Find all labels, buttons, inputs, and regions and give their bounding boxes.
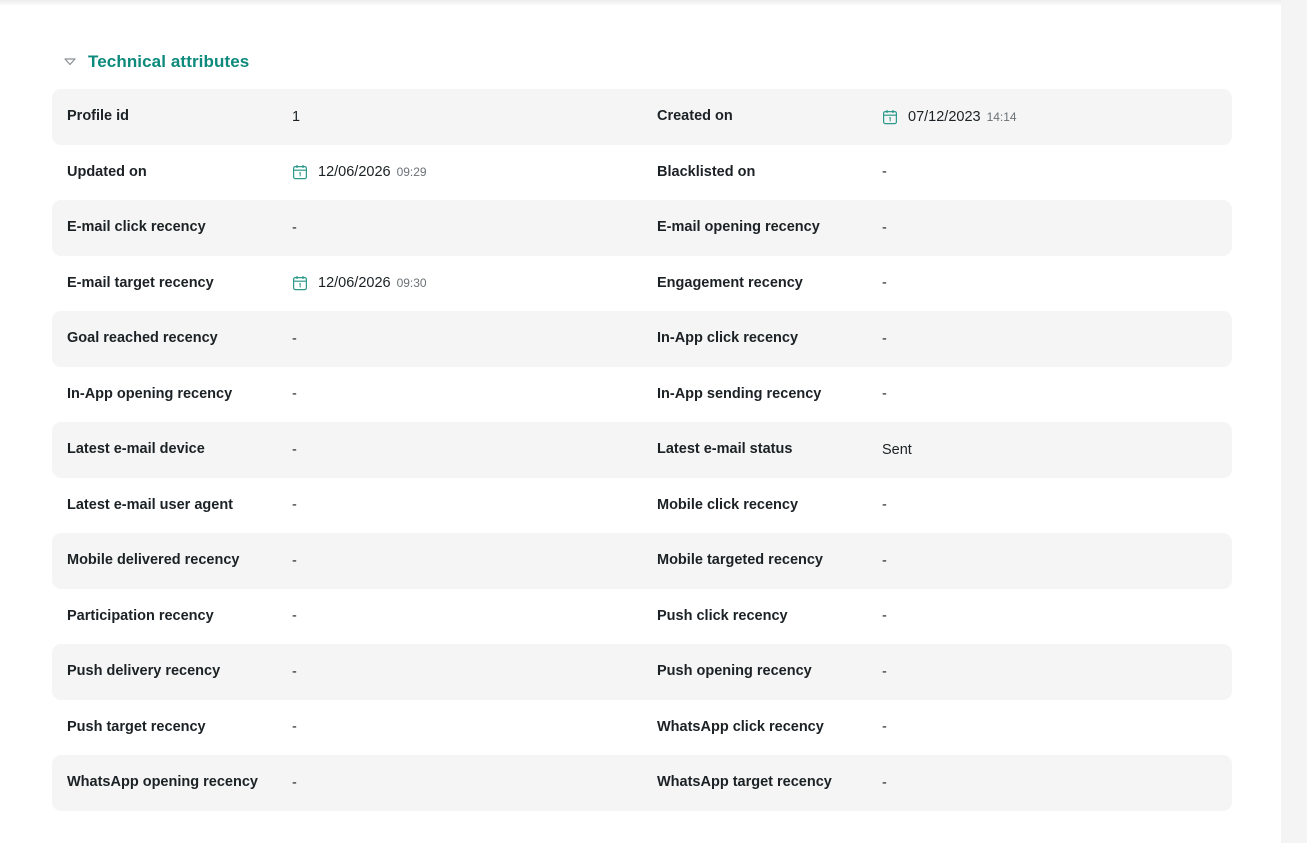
attribute-value: 1 bbox=[292, 108, 301, 125]
attribute-date-value: 12/06/2026 09:30 bbox=[292, 256, 642, 312]
attribute-label: Latest e-mail status bbox=[657, 441, 793, 458]
attribute-row: Participation recency - Push click recen… bbox=[52, 589, 1232, 645]
attribute-value: - bbox=[882, 552, 887, 569]
attribute-label: Latest e-mail user agent bbox=[67, 496, 233, 513]
attribute-date-value: 12/06/2026 09:29 bbox=[292, 145, 642, 201]
attribute-label: Mobile delivered recency bbox=[67, 552, 240, 569]
attribute-value: - bbox=[882, 275, 887, 292]
attribute-value: Sent bbox=[882, 441, 912, 458]
attribute-row: Profile id 1 Created on 07/12/2023 14:14 bbox=[52, 89, 1232, 145]
date-text: 07/12/2023 bbox=[908, 108, 981, 125]
top-shadow bbox=[0, 0, 1281, 6]
attribute-label: Updated on bbox=[67, 163, 147, 180]
attribute-value: - bbox=[882, 608, 887, 625]
attribute-value: - bbox=[292, 663, 297, 680]
attribute-row: In-App opening recency - In-App sending … bbox=[52, 367, 1232, 423]
attribute-label: Mobile targeted recency bbox=[657, 552, 823, 569]
attribute-value: - bbox=[292, 386, 297, 403]
attribute-label: Mobile click recency bbox=[657, 496, 799, 513]
attribute-row: E-mail target recency 12/06/2026 09:30 En… bbox=[52, 256, 1232, 312]
attribute-row: WhatsApp opening recency - WhatsApp targ… bbox=[52, 755, 1232, 811]
attribute-label: Profile id bbox=[67, 108, 130, 125]
attribute-row: Push target recency - WhatsApp click rec… bbox=[52, 700, 1232, 756]
attribute-label: In-App click recency bbox=[657, 330, 799, 347]
attribute-label: WhatsApp target recency bbox=[657, 774, 832, 791]
time-text: 14:14 bbox=[986, 109, 1017, 124]
attribute-label: E-mail opening recency bbox=[657, 219, 820, 236]
time-text: 09:29 bbox=[396, 165, 427, 180]
attribute-value: - bbox=[292, 219, 297, 236]
chevron-down-icon[interactable] bbox=[63, 55, 77, 69]
attribute-row: Push delivery recency - Push opening rec… bbox=[52, 644, 1232, 700]
attribute-row: Updated on 12/06/2026 09:29 Blacklisted o… bbox=[52, 145, 1232, 201]
attribute-value: - bbox=[882, 497, 887, 514]
attribute-value: - bbox=[292, 497, 297, 514]
attribute-label: E-mail click recency bbox=[67, 219, 206, 236]
attribute-label: Created on bbox=[657, 108, 733, 125]
attribute-value: - bbox=[292, 719, 297, 736]
attribute-label: Engagement recency bbox=[657, 274, 803, 291]
attribute-date-value: 07/12/2023 14:14 bbox=[882, 89, 1222, 145]
attribute-label: Participation recency bbox=[67, 607, 214, 624]
attribute-value: - bbox=[882, 386, 887, 403]
attribute-value: - bbox=[882, 164, 887, 181]
attribute-value: - bbox=[292, 552, 297, 569]
attribute-value: - bbox=[882, 663, 887, 680]
profile-page: Technical attributes Profile id 1 Create… bbox=[0, 0, 1307, 843]
attribute-label: In-App opening recency bbox=[67, 385, 233, 402]
section-title: Technical attributes bbox=[88, 52, 250, 71]
calendar-icon bbox=[292, 275, 308, 291]
attribute-label: Latest e-mail device bbox=[67, 441, 205, 458]
attribute-row: Latest e-mail device - Latest e-mail sta… bbox=[52, 422, 1232, 478]
date-text: 12/06/2026 bbox=[318, 164, 391, 181]
attribute-label: Blacklisted on bbox=[657, 163, 756, 180]
attribute-label: Push delivery recency bbox=[67, 663, 221, 680]
attribute-value: - bbox=[882, 219, 887, 236]
attribute-value: - bbox=[292, 774, 297, 791]
attribute-row: Latest e-mail user agent - Mobile click … bbox=[52, 478, 1232, 534]
date-text: 12/06/2026 bbox=[318, 275, 391, 292]
attribute-row: E-mail click recency - E-mail opening re… bbox=[52, 200, 1232, 256]
attribute-label: Push target recency bbox=[67, 718, 206, 735]
attributes-table: Profile id 1 Created on 07/12/2023 14:14 … bbox=[52, 89, 1232, 811]
attribute-row: Goal reached recency - In-App click rece… bbox=[52, 311, 1232, 367]
attribute-label: Push opening recency bbox=[657, 663, 812, 680]
calendar-icon bbox=[882, 109, 898, 125]
scrollbar-track[interactable] bbox=[1281, 0, 1307, 843]
attribute-label: WhatsApp click recency bbox=[657, 718, 824, 735]
attribute-value: - bbox=[292, 330, 297, 347]
technical-attributes-header[interactable]: Technical attributes bbox=[52, 48, 249, 76]
time-text: 09:30 bbox=[396, 276, 427, 291]
attribute-label: In-App sending recency bbox=[657, 385, 822, 402]
attribute-label: Goal reached recency bbox=[67, 330, 218, 347]
attribute-value: - bbox=[882, 774, 887, 791]
attribute-value: - bbox=[292, 441, 297, 458]
attribute-label: Push click recency bbox=[657, 607, 788, 624]
attribute-label: WhatsApp opening recency bbox=[67, 774, 258, 791]
attribute-value: - bbox=[882, 719, 887, 736]
attribute-label: E-mail target recency bbox=[67, 274, 214, 291]
attribute-row: Mobile delivered recency - Mobile target… bbox=[52, 533, 1232, 589]
attribute-value: - bbox=[292, 608, 297, 625]
calendar-icon bbox=[292, 164, 308, 180]
attribute-value: - bbox=[882, 330, 887, 347]
